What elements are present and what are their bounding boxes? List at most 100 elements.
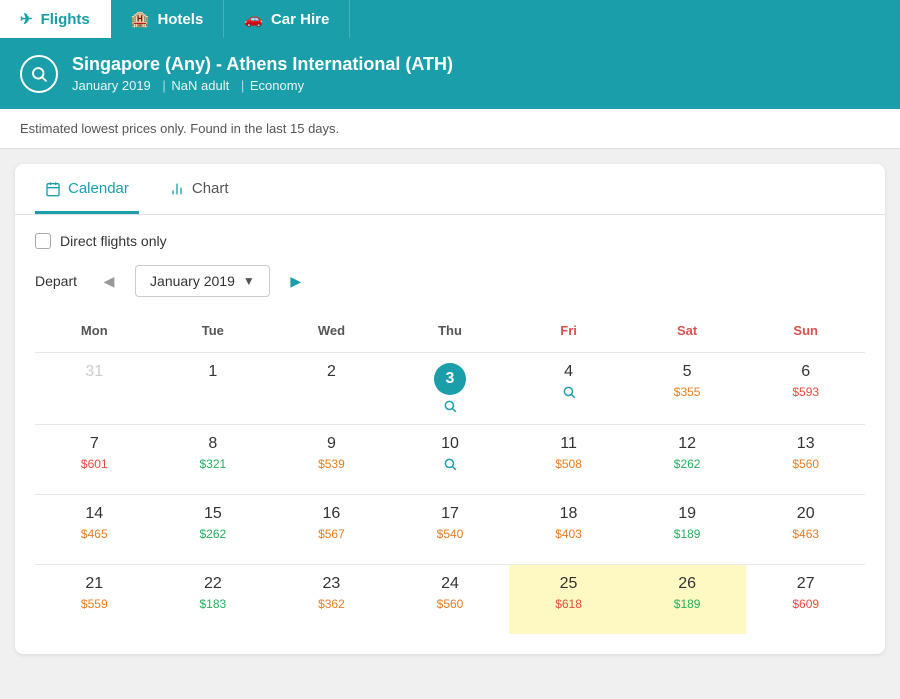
calendar: Mon Tue Wed Thu Fri Sat Sun 3112345$3556…	[15, 307, 885, 654]
calendar-controls: Direct flights only Depart ◀ January 201…	[15, 215, 885, 307]
cell-price: $463	[792, 527, 819, 541]
calendar-cell[interactable]: 21$559	[35, 564, 154, 634]
cell-price: $508	[555, 457, 582, 471]
car-icon: 🚗	[244, 10, 263, 28]
calendar-cell[interactable]: 26$189	[628, 564, 747, 634]
calendar-cell[interactable]: 24$560	[391, 564, 510, 634]
cell-price: $362	[318, 597, 345, 611]
header-fri: Fri	[509, 317, 628, 344]
calendar-cell[interactable]: 22$183	[154, 564, 273, 634]
header-mon: Mon	[35, 317, 154, 344]
calendar-cell[interactable]: 18$403	[509, 494, 628, 564]
cell-price: $567	[318, 527, 345, 541]
calendar-tab-label: Calendar	[68, 180, 129, 197]
view-tabs: Calendar Chart	[15, 164, 885, 215]
direct-flights-row: Direct flights only	[35, 233, 865, 249]
cell-price: $540	[437, 527, 464, 541]
flights-tab[interactable]: ✈ Flights	[0, 0, 111, 38]
calendar-cell[interactable]: 2	[272, 352, 391, 424]
calendar-icon	[45, 181, 61, 197]
calendar-cell[interactable]: 11$508	[509, 424, 628, 494]
top-nav: ✈ Flights 🏨 Hotels 🚗 Car Hire	[0, 0, 900, 40]
cell-price: $262	[200, 527, 227, 541]
cell-price: $539	[318, 457, 345, 471]
hotels-tab[interactable]: 🏨 Hotels	[111, 0, 225, 38]
cell-price: $355	[674, 385, 701, 399]
calendar-cell[interactable]: 1	[154, 352, 273, 424]
notice-text: Estimated lowest prices only. Found in t…	[0, 109, 900, 149]
cell-price: $321	[200, 457, 227, 471]
search-class: Economy	[250, 78, 304, 93]
cell-price: $593	[792, 385, 819, 399]
calendar-cell[interactable]: 25$618	[509, 564, 628, 634]
calendar-grid: 3112345$3556$5937$6018$3219$5391011$5081…	[35, 352, 865, 634]
calendar-header: Mon Tue Wed Thu Fri Sat Sun	[35, 317, 865, 344]
calendar-cell[interactable]: 19$189	[628, 494, 747, 564]
header-wed: Wed	[272, 317, 391, 344]
month-selector[interactable]: January 2019 ▼	[135, 265, 270, 297]
cell-price: $189	[674, 597, 701, 611]
direct-flights-label: Direct flights only	[60, 233, 167, 249]
cell-price: $403	[555, 527, 582, 541]
calendar-cell[interactable]: 15$262	[154, 494, 273, 564]
calendar-cell[interactable]: 27$609	[746, 564, 865, 634]
cell-price: $465	[81, 527, 108, 541]
calendar-cell[interactable]: 20$463	[746, 494, 865, 564]
search-month: January 2019	[72, 78, 151, 93]
cell-price: $183	[200, 597, 227, 611]
calendar-cell[interactable]: 13$560	[746, 424, 865, 494]
car-hire-label: Car Hire	[271, 11, 329, 28]
direct-flights-checkbox[interactable]	[35, 233, 51, 249]
cell-price: $618	[555, 597, 582, 611]
hotel-icon: 🏨	[131, 10, 150, 28]
cell-price: $189	[674, 527, 701, 541]
calendar-cell[interactable]: 23$362	[272, 564, 391, 634]
search-route: Singapore (Any) - Athens International (…	[72, 54, 453, 75]
flights-label: Flights	[41, 11, 90, 28]
month-select-value: January 2019	[150, 273, 235, 289]
cell-price: $262	[674, 457, 701, 471]
search-mag-icon	[562, 385, 576, 402]
header-sun: Sun	[746, 317, 865, 344]
header-tue: Tue	[154, 317, 273, 344]
car-hire-tab[interactable]: 🚗 Car Hire	[224, 0, 350, 38]
main-card: Calendar Chart Direct flights only Depar…	[15, 164, 885, 654]
depart-label: Depart	[35, 273, 77, 289]
search-adults: NaN adult	[171, 78, 229, 93]
calendar-cell[interactable]: 5$355	[628, 352, 747, 424]
calendar-cell[interactable]: 3	[391, 352, 510, 424]
calendar-cell[interactable]: 4	[509, 352, 628, 424]
chart-icon	[169, 181, 185, 197]
month-nav: Depart ◀ January 2019 ▼ ▶	[35, 265, 865, 297]
header-thu: Thu	[391, 317, 510, 344]
cell-price: $560	[437, 597, 464, 611]
plane-icon: ✈	[20, 10, 33, 28]
calendar-cell[interactable]: 14$465	[35, 494, 154, 564]
calendar-cell[interactable]: 10	[391, 424, 510, 494]
calendar-cell[interactable]: 6$593	[746, 352, 865, 424]
cell-price: $560	[792, 457, 819, 471]
chart-tab[interactable]: Chart	[159, 164, 239, 214]
dropdown-arrow-icon: ▼	[243, 274, 255, 288]
search-details: January 2019 | NaN adult | Economy	[72, 78, 453, 93]
calendar-tab[interactable]: Calendar	[35, 164, 139, 214]
search-mag-icon	[443, 457, 457, 474]
calendar-cell[interactable]: 8$321	[154, 424, 273, 494]
cell-price: $601	[81, 457, 108, 471]
search-info: Singapore (Any) - Athens International (…	[72, 54, 453, 93]
calendar-cell[interactable]: 31	[35, 352, 154, 424]
calendar-cell[interactable]: 17$540	[391, 494, 510, 564]
calendar-cell[interactable]: 9$539	[272, 424, 391, 494]
calendar-cell[interactable]: 16$567	[272, 494, 391, 564]
search-mag-icon	[443, 399, 457, 416]
calendar-cell[interactable]: 12$262	[628, 424, 747, 494]
search-circle-icon[interactable]	[20, 55, 58, 93]
hotels-label: Hotels	[157, 11, 203, 28]
prev-month-arrow[interactable]: ◀	[95, 267, 123, 295]
header-sat: Sat	[628, 317, 747, 344]
next-month-arrow[interactable]: ▶	[282, 267, 310, 295]
calendar-cell[interactable]: 7$601	[35, 424, 154, 494]
chart-tab-label: Chart	[192, 180, 229, 197]
cell-price: $609	[792, 597, 819, 611]
cell-price: $559	[81, 597, 108, 611]
